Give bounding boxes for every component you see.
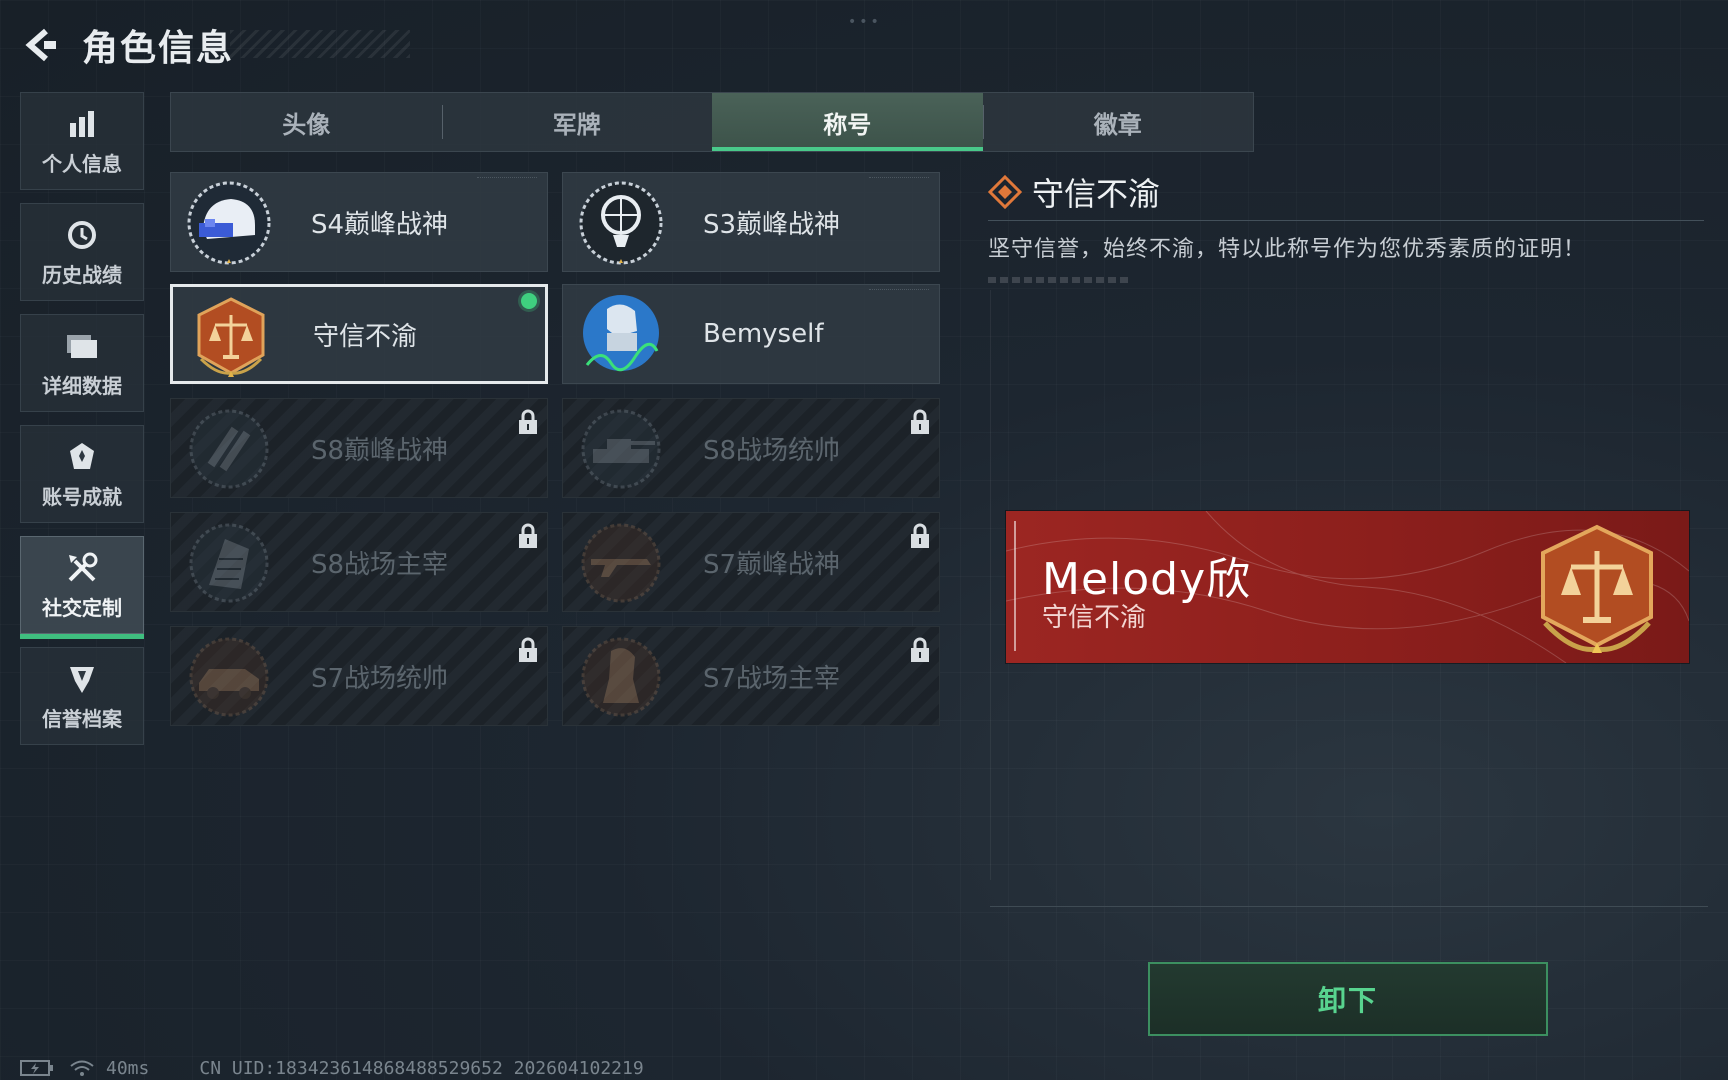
sidebar-item-personal-info[interactable]: 个人信息 [20, 92, 144, 190]
slash-emblem-icon [189, 409, 269, 489]
title-name: S7战场主宰 [703, 663, 841, 694]
detail-sub-decoration [988, 277, 1128, 283]
title-decoration [230, 30, 410, 58]
title-name: S7战场统帅 [311, 663, 449, 694]
folder-icon [65, 328, 99, 364]
sidebar-item-label: 详细数据 [42, 373, 122, 398]
title-name: 守信不渝 [313, 321, 418, 352]
bar-chart-icon [67, 106, 97, 142]
sidebar-item-credit-record[interactable]: 信誉档案 [20, 647, 144, 745]
rifle-emblem-icon [581, 523, 661, 603]
title-card-s7-commander[interactable]: S7战场统帅 [170, 626, 548, 726]
card-decoration [477, 177, 537, 182]
preview-title: 守信不渝 [1042, 603, 1147, 633]
detail-title: 守信不渝 [1032, 175, 1161, 213]
lock-icon [519, 637, 537, 662]
soldier-bust-emblem-icon [581, 637, 661, 717]
ping-value: 40ms [106, 1057, 150, 1079]
equipped-indicator [521, 293, 537, 309]
lock-icon [911, 409, 929, 434]
sidebar-item-label: 信誉档案 [42, 706, 122, 731]
diamond-icon [988, 175, 1022, 209]
title-name: S8巅峰战神 [311, 435, 449, 466]
building-emblem-icon [189, 523, 269, 603]
title-card-trustworthy[interactable]: 守信不渝 [170, 284, 548, 384]
title-name: S8战场统帅 [703, 435, 841, 466]
helmet-emblem-icon [187, 181, 271, 265]
achievement-icon [67, 439, 97, 475]
tank-emblem-icon [581, 409, 661, 489]
sidebar-item-social-custom[interactable]: 社交定制 [20, 536, 144, 639]
tab-badge[interactable]: 徽章 [982, 93, 1254, 151]
title-name: S3巅峰战神 [703, 209, 841, 240]
lock-icon [519, 409, 537, 434]
title-card-s4-peak[interactable]: S4巅峰战神 [170, 172, 548, 272]
title-name: S4巅峰战神 [311, 209, 449, 240]
uid-text: CN UID:183423614868488529652 20260410221… [199, 1057, 644, 1079]
tools-icon [65, 550, 99, 586]
title-card-s7-peak[interactable]: S7巅峰战神 [562, 512, 940, 612]
globe-trophy-emblem-icon [579, 181, 663, 265]
scales-emblem-icon [1541, 524, 1653, 653]
category-tabs: 头像 军牌 称号 徽章 [170, 92, 1254, 152]
title-name: S7巅峰战神 [703, 549, 841, 580]
card-decoration [869, 289, 929, 294]
title-card-s8-peak[interactable]: S8巅峰战神 [170, 398, 548, 498]
sidebar-item-achievements[interactable]: 账号成就 [20, 425, 144, 523]
sidebar-item-history[interactable]: 历史战绩 [20, 203, 144, 301]
lock-icon [911, 637, 929, 662]
wifi-icon [70, 1060, 94, 1076]
shield-icon [67, 661, 97, 697]
detail-description: 坚守信誉，始终不渝，特以此称号作为您优秀素质的证明！ [988, 237, 1587, 262]
vehicle-emblem-icon [189, 637, 269, 717]
sidebar-item-label: 账号成就 [42, 484, 122, 509]
history-clock-icon [66, 217, 98, 253]
title-preview-banner: Melody欣 守信不渝 [1006, 511, 1689, 663]
tab-dog-tag[interactable]: 军牌 [441, 93, 713, 151]
title-card-bemyself[interactable]: Bemyself [562, 284, 940, 384]
title-name: S8战场主宰 [311, 549, 449, 580]
title-card-s7-dominator[interactable]: S7战场主宰 [562, 626, 940, 726]
title-name: Bemyself [703, 319, 824, 349]
tab-avatar[interactable]: 头像 [171, 93, 442, 151]
title-card-s8-commander[interactable]: S8战场统帅 [562, 398, 940, 498]
lock-icon [519, 523, 537, 548]
sidebar: 个人信息 历史战绩 详细数据 账号成就 社交定制 信誉档案 [20, 92, 144, 758]
detail-divider [988, 220, 1704, 221]
card-decoration [869, 177, 929, 182]
back-arrow-icon[interactable] [20, 25, 60, 65]
tab-title[interactable]: 称号 [712, 93, 983, 151]
detail-header: 守信不渝 [988, 170, 1708, 214]
battery-icon [20, 1060, 53, 1076]
soldier-signature-emblem-icon [583, 295, 659, 372]
lock-icon [911, 523, 929, 548]
banner-bracket-decoration [1014, 521, 1026, 651]
title-detail-panel: 守信不渝 坚守信誉，始终不渝，特以此称号作为您优秀素质的证明！ [988, 170, 1708, 283]
title-card-s3-peak[interactable]: S3巅峰战神 [562, 172, 940, 272]
title-card-s8-dominator[interactable]: S8战场主宰 [170, 512, 548, 612]
sidebar-item-label: 历史战绩 [42, 262, 122, 287]
sidebar-item-label: 个人信息 [42, 151, 122, 176]
unequip-button[interactable]: 卸下 [1148, 962, 1548, 1036]
action-divider [990, 906, 1708, 907]
page-header: 角色信息 [20, 18, 234, 72]
sidebar-item-detailed-data[interactable]: 详细数据 [20, 314, 144, 412]
status-bar: 40ms CN UID:183423614868488529652 202604… [20, 1056, 644, 1080]
sidebar-item-label: 社交定制 [42, 595, 122, 620]
scales-emblem-icon [197, 297, 265, 377]
page-title: 角色信息 [82, 28, 235, 69]
top-dots-decoration: ••• [848, 14, 882, 30]
